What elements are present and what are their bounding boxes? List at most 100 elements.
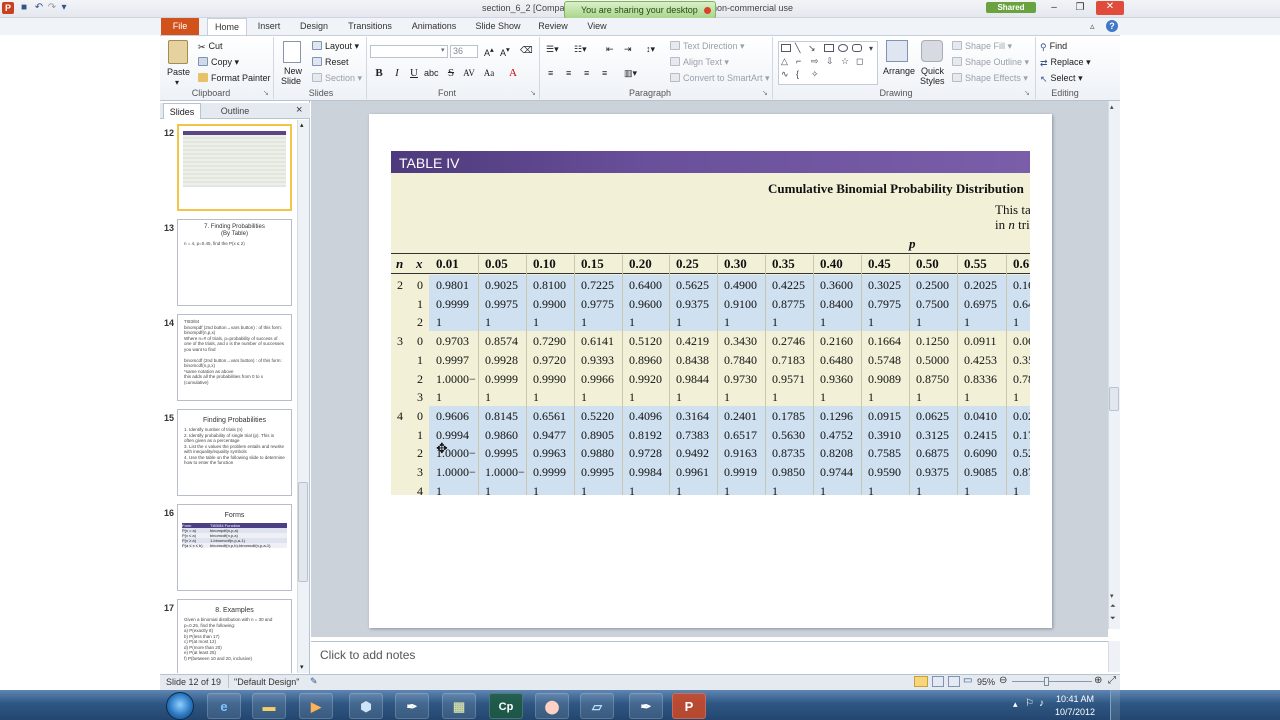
tab-animations[interactable]: Animations xyxy=(406,18,462,35)
align-center-icon[interactable]: ≡ xyxy=(566,68,571,78)
notes-pane[interactable] xyxy=(311,641,1108,672)
font-launcher-icon[interactable]: ↘ xyxy=(530,89,536,97)
tab-slides-panel[interactable]: Slides xyxy=(163,103,201,119)
line-spacing-icon[interactable]: ↕▾ xyxy=(646,44,655,55)
scroll-down-icon[interactable]: ▾ xyxy=(1110,592,1114,600)
undo-icon[interactable]: ↶ xyxy=(33,2,45,14)
shape-rectangle-icon[interactable] xyxy=(824,44,834,52)
font-name-dropdown-icon[interactable]: ▾ xyxy=(441,46,445,54)
restore-icon[interactable]: ❐ xyxy=(1072,2,1088,14)
file-explorer-icon[interactable]: ▬ xyxy=(252,693,286,719)
copy-button[interactable]: Copy ▾ xyxy=(198,57,239,68)
font-name-combo[interactable] xyxy=(370,45,448,58)
paste-button[interactable]: Paste xyxy=(167,67,190,77)
tab-insert[interactable]: Insert xyxy=(252,18,286,35)
shape-arrow-icon[interactable]: ↘ xyxy=(808,43,816,54)
network-app-icon[interactable]: ⬢ xyxy=(349,693,383,719)
panel-scroll-down-icon[interactable]: ▾ xyxy=(300,663,304,671)
close-icon[interactable]: ✕ xyxy=(1096,1,1124,15)
paste-icon[interactable] xyxy=(168,40,188,64)
tab-file[interactable]: File xyxy=(161,18,199,35)
shape-curve-icon[interactable]: ∿ xyxy=(781,69,789,80)
tray-expand-icon[interactable]: ▴ xyxy=(1013,699,1018,710)
quick-styles-button-line2[interactable]: Styles xyxy=(920,76,945,86)
panel-scrollbar[interactable] xyxy=(297,120,309,673)
character-spacing-icon[interactable]: AV xyxy=(462,67,476,80)
decrease-indent-icon[interactable]: ⇤ xyxy=(606,44,614,55)
justify-icon[interactable]: ≡ xyxy=(602,68,607,78)
redo-icon[interactable]: ↷ xyxy=(46,2,58,14)
align-left-icon[interactable]: ≡ xyxy=(548,68,553,78)
tab-home[interactable]: Home xyxy=(207,18,247,35)
slide-thumbnail-16[interactable]: Forms Form TI83/84 Function P(x = a) binom… xyxy=(177,504,292,591)
underline-button[interactable]: U xyxy=(407,67,421,80)
zoom-in-icon[interactable]: ⊕ xyxy=(1094,675,1102,686)
tab-slide-show[interactable]: Slide Show xyxy=(472,18,524,35)
convert-smartart-button[interactable]: Convert to SmartArt ▾ xyxy=(670,73,770,84)
new-slide-button[interactable]: New xyxy=(284,66,302,76)
fit-to-window-icon[interactable]: ⤢ xyxy=(1108,675,1116,686)
internet-explorer-icon[interactable]: e xyxy=(207,693,241,719)
shape-textbox-icon[interactable] xyxy=(781,44,791,52)
reset-button[interactable]: Reset xyxy=(312,57,349,67)
clipboard-launcher-icon[interactable]: ↘ xyxy=(263,89,269,97)
font-color-icon[interactable]: A xyxy=(506,67,520,80)
powerpoint-app-icon[interactable]: P xyxy=(2,2,14,14)
recorder-app-icon[interactable]: ⬤ xyxy=(535,693,569,719)
slide-thumbnail-14[interactable]: TI83/84 binompdf (2nd button→vars button… xyxy=(177,314,292,401)
columns-icon[interactable]: ▥▾ xyxy=(624,68,637,79)
section-button[interactable]: Section ▾ xyxy=(312,73,362,84)
normal-view-icon[interactable] xyxy=(914,676,928,687)
shrink-font-icon[interactable]: A▾ xyxy=(500,45,510,58)
shape-callout-icon[interactable]: ◻ xyxy=(856,56,863,67)
start-button-icon[interactable] xyxy=(166,692,194,720)
clock-time[interactable]: 10:41 AM xyxy=(1054,694,1096,704)
clock-date[interactable]: 10/7/2012 xyxy=(1054,707,1096,717)
arrange-button[interactable]: Arrange xyxy=(883,66,915,76)
shape-rounded-rect-icon[interactable] xyxy=(852,44,862,52)
align-right-icon[interactable]: ≡ xyxy=(584,68,589,78)
tab-outline-panel[interactable]: Outline xyxy=(209,103,261,119)
show-desktop-button[interactable] xyxy=(1110,690,1120,720)
change-case-icon[interactable]: Aa xyxy=(482,67,496,80)
font-size-combo[interactable]: 36 xyxy=(450,45,478,58)
tab-review[interactable]: Review xyxy=(536,18,570,35)
next-slide-icon[interactable]: ⏷ xyxy=(1110,615,1116,623)
drawing-launcher-icon[interactable]: ↘ xyxy=(1024,89,1030,97)
customize-qat-icon[interactable]: ▾ xyxy=(58,2,70,14)
scroll-up-icon[interactable]: ▴ xyxy=(1110,103,1114,111)
shape-effects-button[interactable]: Shape Effects ▾ xyxy=(952,73,1028,84)
shape-down-arrow-icon[interactable]: ⇩ xyxy=(826,56,834,67)
select-button[interactable]: ↖ Select ▾ xyxy=(1040,73,1083,84)
panel-scroll-thumb[interactable] xyxy=(298,482,308,582)
cut-button[interactable]: ✂ Cut xyxy=(198,41,223,52)
clear-formatting-icon[interactable]: ⌫ xyxy=(520,45,533,56)
shape-connector-icon[interactable]: ⌐ xyxy=(796,56,801,66)
annotate-app-icon[interactable]: ✒ xyxy=(629,693,663,719)
shape-outline-button[interactable]: Shape Outline ▾ xyxy=(952,57,1029,68)
increase-indent-icon[interactable]: ⇥ xyxy=(624,44,632,55)
zoom-slider-thumb[interactable] xyxy=(1044,677,1049,686)
tab-transitions[interactable]: Transitions xyxy=(344,18,396,35)
find-button[interactable]: ⚲ Find xyxy=(1040,41,1067,52)
shape-right-arrow-icon[interactable]: ⇨ xyxy=(811,56,819,67)
sharing-banner[interactable]: You are sharing your desktop xyxy=(564,1,716,19)
replace-button[interactable]: ⇄ Replace ▾ xyxy=(1040,57,1091,68)
captivate-icon[interactable]: Cp xyxy=(489,693,523,719)
grow-font-icon[interactable]: A▴ xyxy=(484,45,494,58)
slide-thumbnail-17[interactable]: 8. Examples Given a binomial distributio… xyxy=(177,599,292,673)
pen-tool-icon[interactable]: ✒ xyxy=(395,693,429,719)
help-icon[interactable]: ? xyxy=(1106,20,1118,32)
shape-oval-icon[interactable] xyxy=(838,44,848,52)
quick-styles-button[interactable]: Quick xyxy=(921,66,944,76)
slide-scrollbar[interactable] xyxy=(1108,101,1120,629)
shadow-button[interactable]: abc xyxy=(424,67,439,80)
shape-fill-button[interactable]: Shape Fill ▾ xyxy=(952,41,1012,52)
align-text-button[interactable]: Align Text ▾ xyxy=(670,57,729,68)
slide-sorter-icon[interactable] xyxy=(932,676,944,687)
notes-scrollbar[interactable] xyxy=(1108,641,1120,672)
network-icon[interactable]: ⚐ xyxy=(1025,698,1034,709)
slide-thumbnail-13[interactable]: 7. Finding Probabilities (By Table) n = … xyxy=(177,219,292,306)
layout-button[interactable]: Layout ▾ xyxy=(312,41,359,52)
notes-placeholder[interactable]: Click to add notes xyxy=(320,648,415,662)
